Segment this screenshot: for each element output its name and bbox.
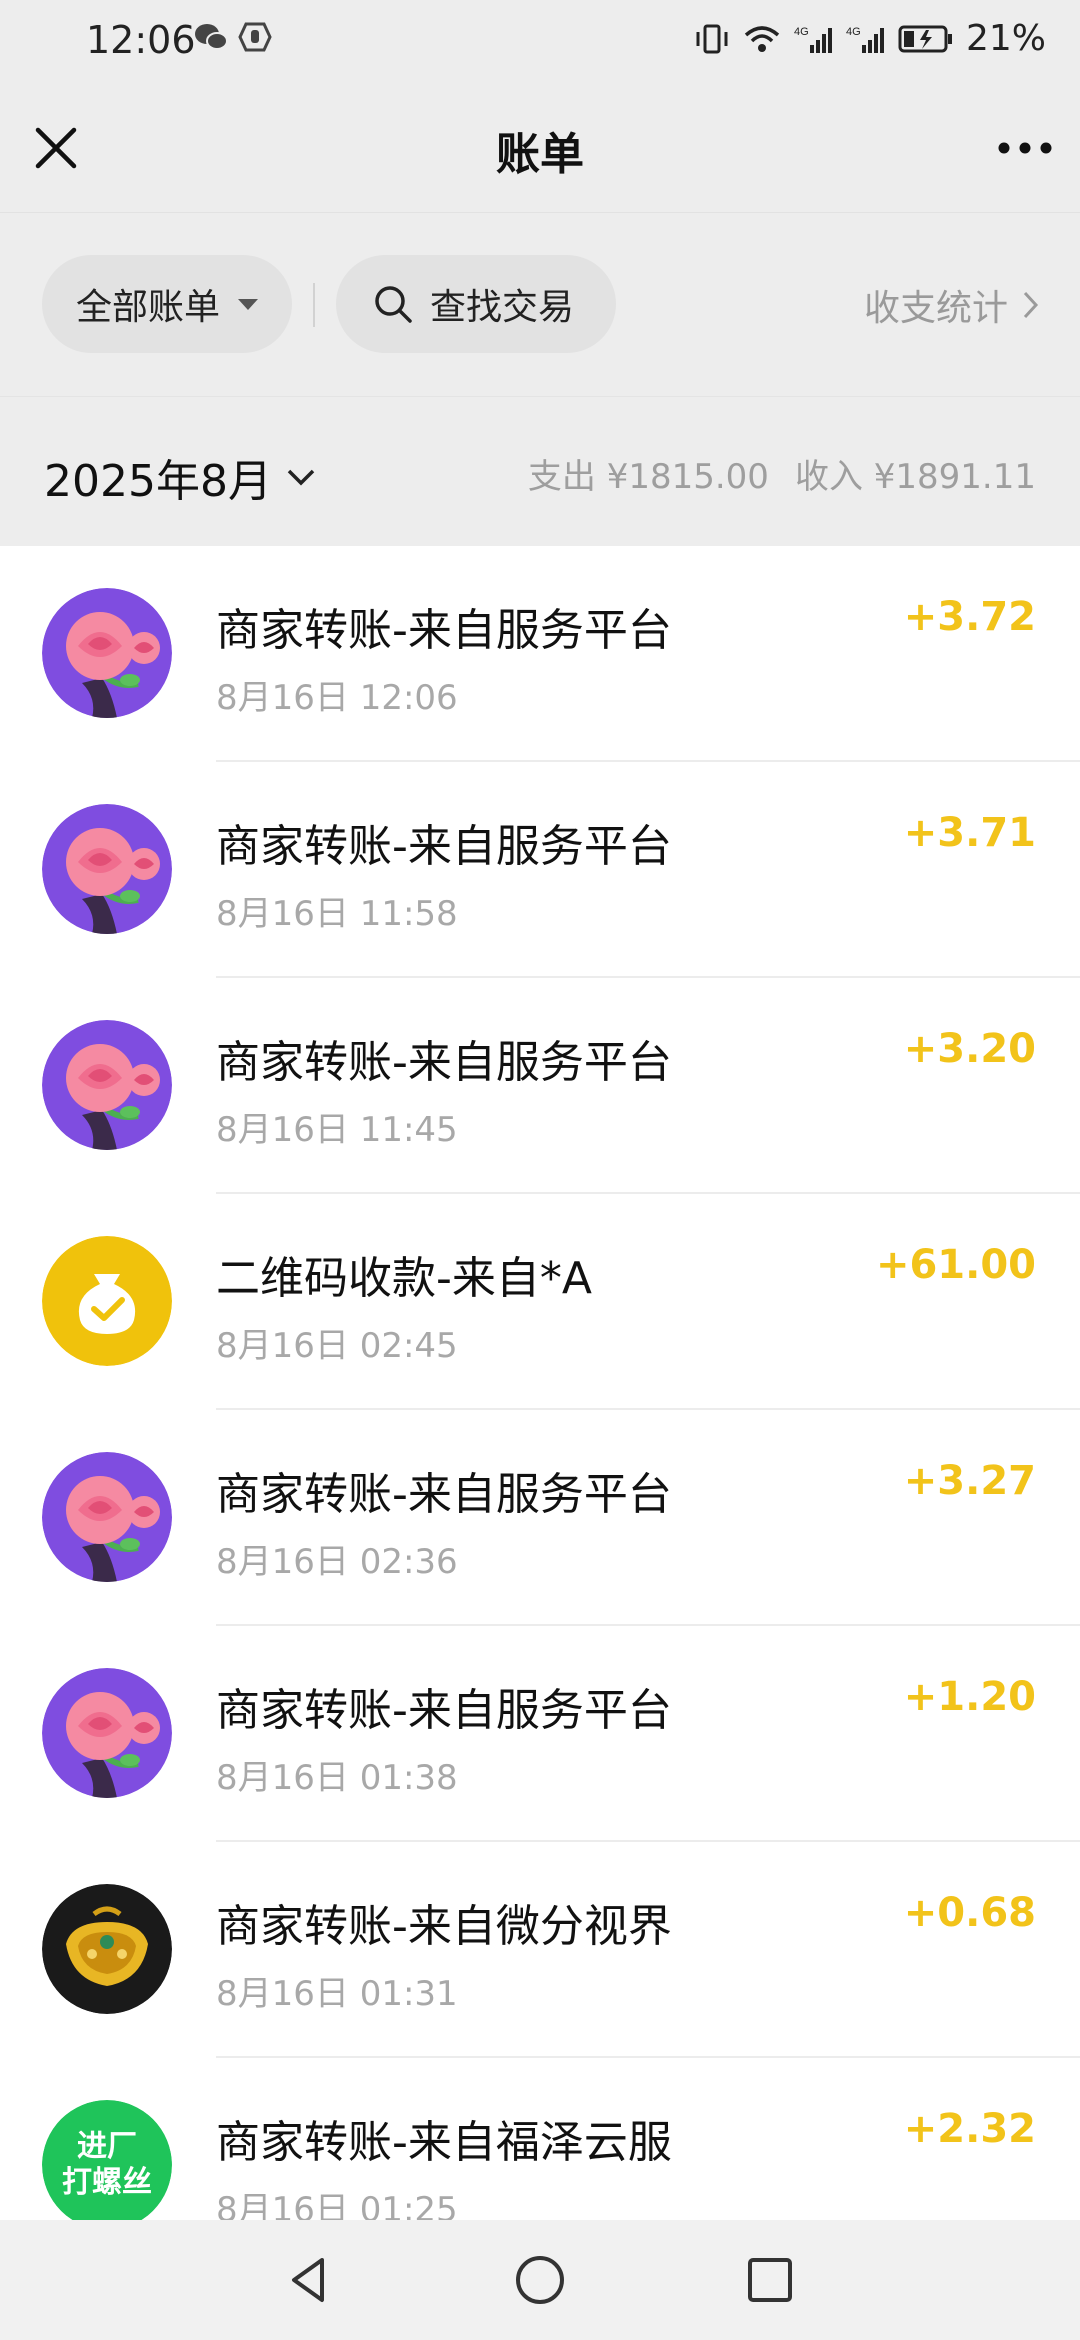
battery-icon (898, 25, 952, 52)
svg-text:4G: 4G (794, 26, 809, 38)
income-expense-stats-link[interactable]: 收支统计 (864, 279, 1040, 331)
svg-text:4G: 4G (846, 26, 861, 38)
status-right: 4G 4G 21% (694, 18, 1046, 59)
nav-bar: 账单 (0, 84, 1080, 212)
transaction-amount: +2.32 (903, 2106, 1036, 2152)
transaction-row[interactable]: 进厂 打螺丝 商家转账-来自福泽云服 8月16日 01:25 +2.32 (0, 2058, 1080, 2220)
wechat-icon (195, 24, 228, 50)
transaction-row[interactable]: 商家转账-来自服务平台 8月16日 01:38 +1.20 (0, 1626, 1080, 1842)
transaction-amount: +61.00 (875, 1242, 1036, 1288)
rose-avatar (42, 1020, 172, 1150)
all-bills-label: 全部账单 (76, 287, 221, 328)
transaction-time: 8月16日 01:38 (216, 1758, 458, 1798)
rose-avatar (42, 804, 172, 934)
transaction-time: 8月16日 11:45 (216, 1110, 458, 1150)
signal-4g-icon-2: 4G (846, 26, 884, 53)
home-icon[interactable] (512, 2252, 568, 2308)
transaction-amount: +3.20 (903, 1026, 1036, 1072)
status-bar: 12:06 4G 4G 21% (0, 0, 1080, 84)
chevron-right-icon (1023, 291, 1039, 319)
divider (313, 283, 315, 327)
more-icon[interactable] (990, 118, 1060, 178)
hand-icon (238, 22, 272, 52)
transaction-time: 8月16日 01:31 (216, 1974, 458, 2014)
system-nav-bar (0, 2220, 1080, 2340)
month-selector[interactable]: 2025年8月 (44, 445, 316, 509)
transaction-time: 8月16日 01:25 (216, 2190, 458, 2220)
transaction-title: 商家转账-来自服务平台 (216, 605, 672, 656)
money-bag-avatar (42, 1236, 172, 1366)
wifi-icon (744, 25, 780, 52)
status-time: 12:06 (86, 18, 196, 62)
green-badge-avatar: 进厂 打螺丝 (42, 2100, 172, 2220)
search-icon (375, 286, 412, 323)
stats-label: 收支统计 (863, 288, 1008, 329)
transaction-time: 8月16日 12:06 (216, 678, 458, 718)
month-header: 2025年8月 支出 ¥1815.00 收入 ¥1891.11 (0, 396, 1080, 546)
transaction-title: 商家转账-来自福泽云服 (216, 2117, 672, 2168)
transaction-list: 商家转账-来自服务平台 8月16日 12:06 +3.72 商家转账-来自服务平… (0, 546, 1080, 2220)
gold-lock-avatar (42, 1884, 172, 2014)
transaction-row[interactable]: 商家转账-来自服务平台 8月16日 02:36 +3.27 (0, 1410, 1080, 1626)
transaction-title: 商家转账-来自服务平台 (216, 1469, 672, 1520)
battery-percent: 21% (965, 18, 1046, 59)
transaction-amount: +3.72 (903, 594, 1036, 640)
transaction-row[interactable]: 商家转账-来自服务平台 8月16日 11:58 +3.71 (0, 762, 1080, 978)
transaction-amount: +0.68 (903, 1890, 1036, 1936)
transaction-row[interactable]: 商家转账-来自服务平台 8月16日 11:45 +3.20 (0, 978, 1080, 1194)
transaction-time: 8月16日 02:45 (216, 1326, 458, 1366)
caret-down-icon (238, 298, 259, 310)
transaction-title: 商家转账-来自服务平台 (216, 1685, 672, 1736)
recents-icon[interactable] (742, 2252, 798, 2308)
transaction-title: 二维码收款-来自*A (216, 1253, 592, 1304)
month-expense: 支出 ¥1815.00 (527, 457, 769, 497)
vibrate-icon (696, 24, 728, 53)
transaction-title: 商家转账-来自微分视界 (216, 1901, 672, 1952)
filter-bar: 全部账单 查找交易 收支统计 (0, 212, 1080, 396)
transaction-amount: +3.71 (903, 810, 1036, 856)
transaction-time: 8月16日 02:36 (216, 1542, 458, 1582)
back-icon[interactable] (282, 2252, 338, 2308)
transaction-time: 8月16日 11:58 (216, 894, 458, 934)
transaction-row[interactable]: 商家转账-来自服务平台 8月16日 12:06 +3.72 (0, 546, 1080, 762)
transaction-title: 商家转账-来自服务平台 (216, 1037, 672, 1088)
transaction-amount: +3.27 (903, 1458, 1036, 1504)
transaction-amount: +1.20 (903, 1674, 1036, 1720)
transaction-title: 商家转账-来自服务平台 (216, 821, 672, 872)
transaction-row[interactable]: 商家转账-来自微分视界 8月16日 01:31 +0.68 (0, 1842, 1080, 2058)
transaction-row[interactable]: 二维码收款-来自*A 8月16日 02:45 +61.00 (0, 1194, 1080, 1410)
search-transactions-button[interactable]: 查找交易 (336, 255, 616, 353)
month-label: 2025年8月 (44, 456, 272, 507)
month-income: 收入 ¥1891.11 (794, 457, 1036, 497)
month-summary: 支出 ¥1815.00 收入 ¥1891.11 (528, 449, 1036, 498)
search-label: 查找交易 (430, 287, 575, 328)
rose-avatar (42, 1452, 172, 1582)
status-notification-icons (194, 22, 272, 52)
signal-4g-icon: 4G (794, 26, 832, 53)
avatar-badge-text: 进厂 打螺丝 (62, 2129, 152, 2200)
rose-avatar (42, 588, 172, 718)
all-bills-filter[interactable]: 全部账单 (42, 255, 292, 353)
rose-avatar (42, 1668, 172, 1798)
page-title: 账单 (496, 129, 584, 180)
chevron-down-icon (287, 469, 315, 486)
